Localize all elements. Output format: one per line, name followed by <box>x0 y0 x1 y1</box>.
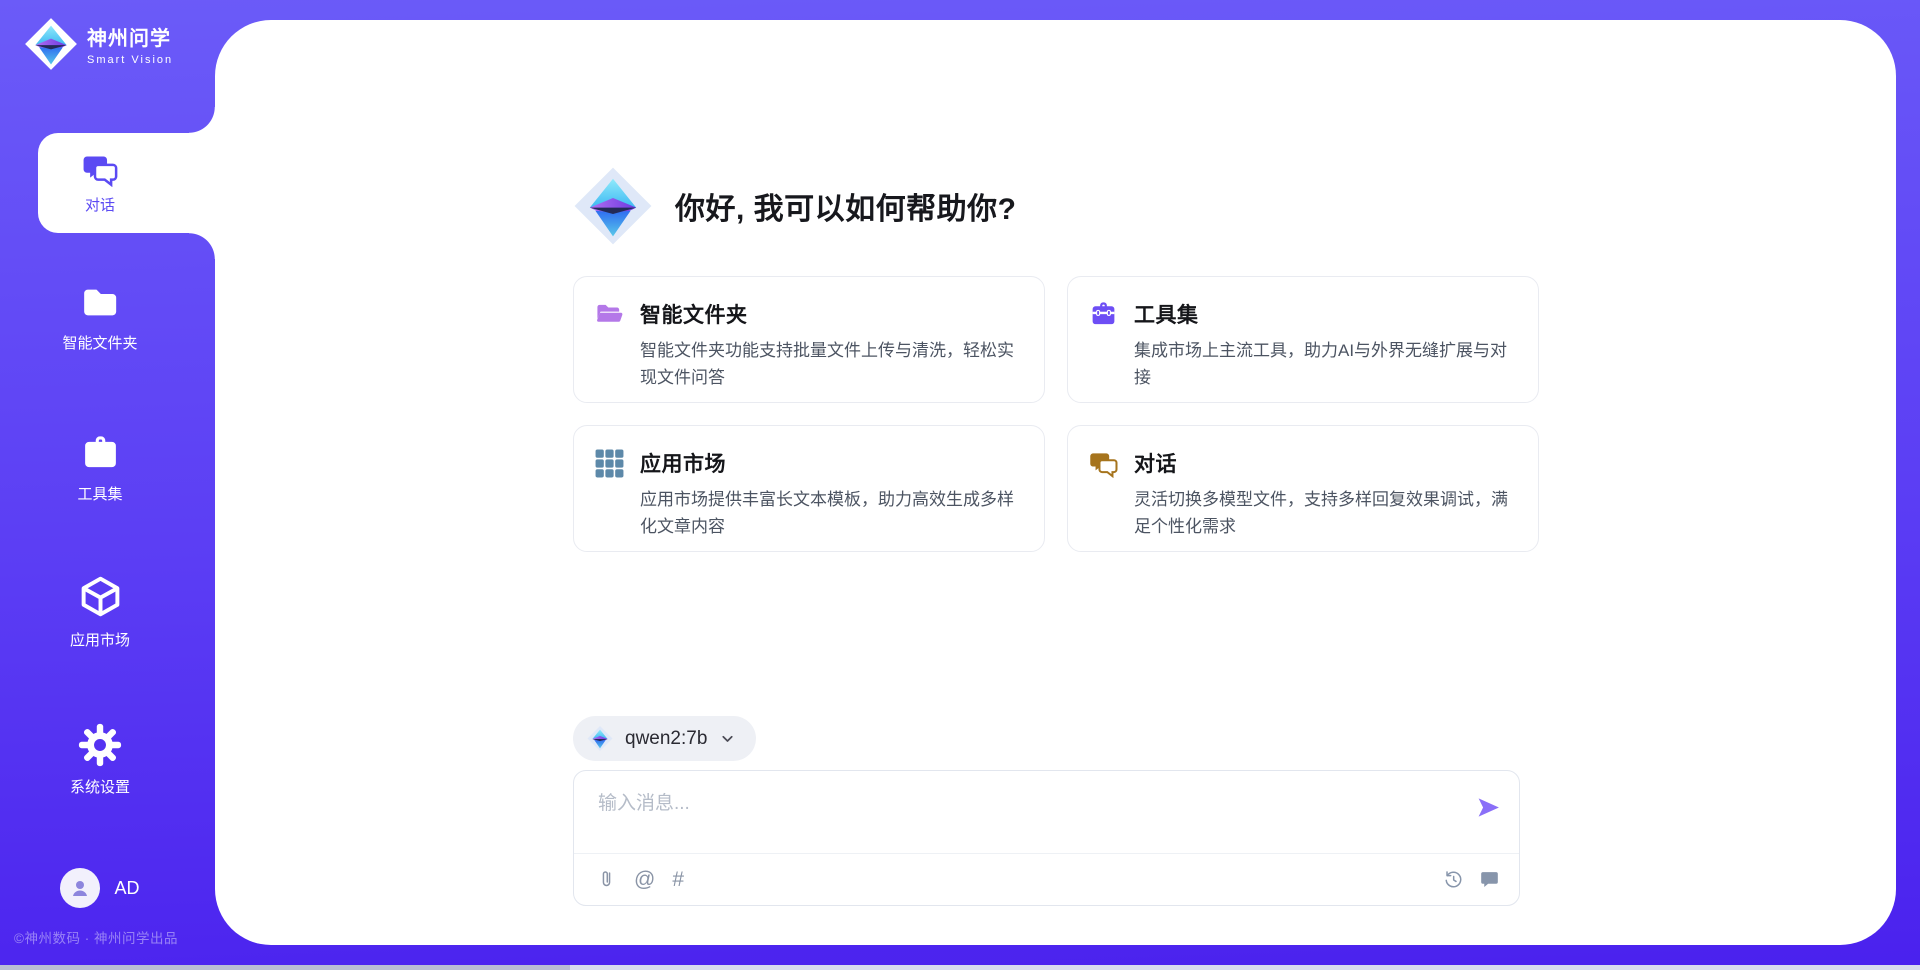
user-name: AD <box>114 878 139 899</box>
hashtag-icon: # <box>672 869 684 890</box>
card-description: 集成市场上主流工具，助力AI与外界无缝扩展与对接 <box>1134 337 1516 391</box>
sidebar-item-label: 智能文件夹 <box>62 332 137 353</box>
mention-icon: @ <box>634 869 655 890</box>
history-button[interactable] <box>1443 869 1464 890</box>
history-icon <box>1443 869 1464 890</box>
feedback-button[interactable] <box>1479 869 1500 890</box>
sidebar-item-label: 工具集 <box>77 483 122 504</box>
message-input[interactable] <box>598 788 1476 844</box>
folder-open-icon <box>595 300 624 329</box>
horizontal-scrollbar[interactable] <box>0 965 1920 970</box>
card-chat[interactable]: 对话 灵活切换多模型文件，支持多样回复效果调试，满足个性化需求 <box>1067 425 1539 552</box>
sidebar-item-label: 系统设置 <box>70 776 130 797</box>
grid-cubes-icon <box>595 449 624 478</box>
person-icon <box>68 876 92 900</box>
hashtag-button[interactable]: # <box>672 869 684 890</box>
avatar <box>60 868 100 908</box>
scrollbar-thumb[interactable] <box>0 965 570 970</box>
model-selector[interactable]: qwen2:7b <box>573 716 756 761</box>
sidebar-item-settings[interactable]: 系统设置 <box>0 723 200 797</box>
brand-name: 神州问学 <box>87 22 173 51</box>
card-app-market[interactable]: 应用市场 应用市场提供丰富长文本模板，助力高效生成多样化文章内容 <box>573 425 1045 552</box>
feature-cards: 智能文件夹 智能文件夹功能支持批量文件上传与清洗，轻松实现文件问答 工具集 集成… <box>573 276 1520 552</box>
card-title: 应用市场 <box>640 448 726 478</box>
sidebar-item-toolkit[interactable]: 工具集 <box>0 433 200 504</box>
mention-button[interactable]: @ <box>634 869 655 890</box>
greeting-title: 你好, 我可以如何帮助你? <box>675 184 1017 228</box>
sidebar-item-chat[interactable]: 对话 <box>38 133 215 233</box>
sidebar-item-label: 对话 <box>85 194 115 215</box>
chat-bubbles-icon <box>1089 449 1118 478</box>
send-icon <box>1476 795 1501 820</box>
brand-subtitle: Smart Vision <box>87 54 173 66</box>
model-name: qwen2:7b <box>625 728 707 750</box>
sidebar-item-app-market[interactable]: 应用市场 <box>0 573 200 650</box>
main-panel: 你好, 我可以如何帮助你? 智能文件夹 智能文件夹功能支持批量文件上传与清洗，轻… <box>215 20 1896 945</box>
message-composer: @ # <box>573 770 1520 906</box>
card-description: 灵活切换多模型文件，支持多样回复效果调试，满足个性化需求 <box>1134 486 1516 540</box>
folder-icon <box>78 283 122 323</box>
send-button[interactable] <box>1476 795 1501 823</box>
feedback-bubble-icon <box>1479 869 1500 890</box>
sidebar: 神州问学 Smart Vision 对话 智能文件夹 工具集 应用市场 系统设置 <box>0 0 215 970</box>
gem-logo-small <box>587 725 613 752</box>
brand: 神州问学 Smart Vision <box>24 16 173 72</box>
card-title: 对话 <box>1134 448 1177 478</box>
gear-icon <box>78 723 122 767</box>
sidebar-item-label: 应用市场 <box>70 629 130 650</box>
card-title: 智能文件夹 <box>640 299 748 329</box>
sidebar-item-smart-folder[interactable]: 智能文件夹 <box>0 283 200 353</box>
paperclip-icon <box>596 869 617 890</box>
cube-icon <box>78 573 123 620</box>
brand-gem-logo <box>24 16 78 72</box>
greeting: 你好, 我可以如何帮助你? <box>573 162 1520 250</box>
briefcase-icon <box>1089 300 1118 329</box>
gem-logo-large <box>573 162 653 250</box>
chevron-down-icon <box>719 730 736 747</box>
attach-file-button[interactable] <box>596 869 617 890</box>
briefcase-icon <box>79 433 122 474</box>
card-description: 应用市场提供丰富长文本模板，助力高效生成多样化文章内容 <box>640 486 1022 540</box>
user-profile[interactable]: AD <box>0 868 200 908</box>
chat-bubbles-icon <box>81 151 119 187</box>
card-description: 智能文件夹功能支持批量文件上传与清洗，轻松实现文件问答 <box>640 337 1022 391</box>
card-title: 工具集 <box>1134 299 1199 329</box>
card-toolkit[interactable]: 工具集 集成市场上主流工具，助力AI与外界无缝扩展与对接 <box>1067 276 1539 403</box>
card-smart-folder[interactable]: 智能文件夹 智能文件夹功能支持批量文件上传与清洗，轻松实现文件问答 <box>573 276 1045 403</box>
copyright-footer: ©神州数码 · 神州问学出品 <box>14 927 178 947</box>
